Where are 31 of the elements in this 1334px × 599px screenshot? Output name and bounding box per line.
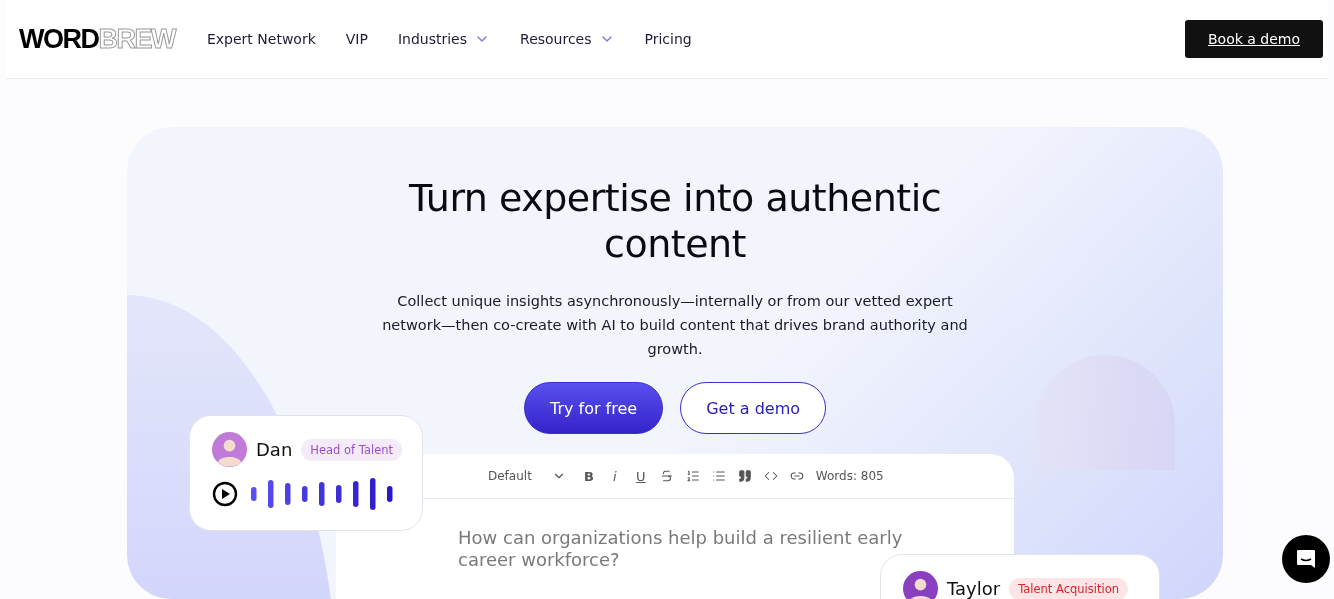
numbered-list-icon[interactable] — [685, 469, 700, 483]
avatar-icon — [903, 571, 938, 599]
chat-button[interactable] — [1282, 535, 1330, 583]
nav-link[interactable]: Expert Network — [207, 31, 316, 47]
chat-icon — [1295, 548, 1317, 570]
link-icon[interactable] — [789, 469, 804, 483]
nav-link[interactable]: Pricing — [644, 31, 692, 47]
code-icon[interactable] — [763, 469, 778, 483]
book-demo-button[interactable]: Book a demo — [1184, 20, 1323, 58]
word-count: Words: 805 — [815, 469, 884, 483]
format-button[interactable]: i — [607, 468, 622, 484]
play-icon[interactable] — [212, 481, 238, 507]
try-free-button[interactable]: Try for free — [523, 382, 664, 434]
style-select[interactable]: Default — [488, 469, 566, 483]
quote-icon[interactable] — [737, 469, 752, 483]
person-name: Taylor — [947, 578, 1001, 599]
nav-link[interactable]: Resources — [520, 31, 615, 47]
format-button[interactable]: B — [581, 468, 596, 484]
question-text: How can organizations help build a resilient early career workforce? — [458, 527, 904, 571]
role-tag: Head of Talent — [301, 438, 402, 461]
strikethrough-icon[interactable] — [659, 469, 674, 483]
format-button[interactable]: U — [633, 468, 648, 484]
person-name: Dan — [256, 439, 293, 460]
avatar-icon — [212, 432, 247, 467]
nav-link[interactable]: Industries — [397, 31, 491, 47]
hero-subtitle: Collect unique insights asynchronously—internally or from our vetted expert network—then co-create with AI to build content that drives brand authority and growth. — [381, 292, 969, 359]
logo[interactable]: WORDBREW — [19, 23, 175, 55]
role-tag: Talent Acquisition — [1009, 577, 1128, 599]
hero-title: Turn expertise into authentic content — [407, 175, 943, 267]
nav-link[interactable]: VIP — [345, 31, 368, 47]
get-demo-button[interactable]: Get a demo — [680, 382, 827, 434]
